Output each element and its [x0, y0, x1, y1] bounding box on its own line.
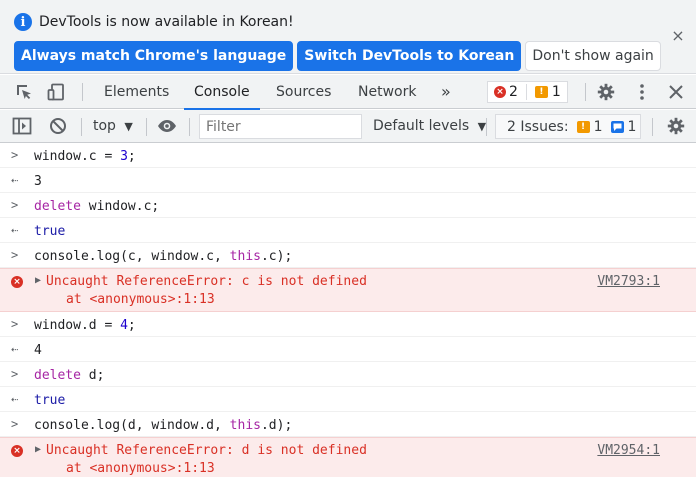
context-selector[interactable]: top ▼	[93, 110, 133, 143]
infobar-message: DevTools is now available in Korean!	[39, 14, 294, 30]
result-arrow-icon: ⇠	[11, 223, 19, 237]
console-input-row[interactable]: > delete d;	[0, 362, 696, 387]
issues-counter-button[interactable]: 2 Issues: ! 1 1	[495, 114, 641, 139]
expand-triangle-icon[interactable]: ▶	[35, 444, 41, 455]
tab-sources[interactable]: Sources	[276, 75, 331, 109]
console-result-row[interactable]: ⇠ true	[0, 387, 696, 412]
error-message: Uncaught ReferenceError: c is not define…	[46, 274, 367, 289]
input-code: delete d;	[34, 368, 105, 383]
result-arrow-icon: ⇠	[11, 342, 19, 356]
error-source-link[interactable]: VM2793:1	[597, 274, 660, 289]
tab-elements[interactable]: Elements	[104, 75, 169, 109]
error-icon: ×	[11, 445, 23, 457]
toolbar-divider	[652, 118, 653, 136]
live-expression-eye-icon[interactable]	[157, 116, 177, 136]
console-input-row[interactable]: > console.log(d, window.d, this.d);	[0, 412, 696, 437]
result-value: 3	[34, 174, 42, 189]
counter-divider	[525, 84, 527, 100]
chevron-down-icon: ▼	[124, 120, 133, 133]
switch-to-korean-button[interactable]: Switch DevTools to Korean	[297, 41, 522, 71]
show-sidebar-icon[interactable]	[12, 116, 32, 136]
result-value: true	[34, 224, 66, 239]
info-icon: i	[14, 13, 32, 31]
clear-console-icon[interactable]	[48, 116, 68, 136]
result-value: true	[34, 393, 66, 408]
error-count: 2	[509, 84, 518, 100]
warning-count: 1	[551, 84, 561, 100]
toolbar-divider	[189, 118, 190, 136]
toolbar-divider	[585, 83, 586, 101]
settings-gear-icon[interactable]	[596, 82, 616, 102]
tab-network[interactable]: Network	[358, 75, 416, 109]
console-input-row[interactable]: > window.c = 3;	[0, 143, 696, 168]
input-prompt-icon: >	[11, 148, 19, 162]
result-arrow-icon: ⇠	[11, 173, 19, 187]
input-code: console.log(c, window.c, this.c);	[34, 249, 293, 264]
language-infobar: i DevTools is now available in Korean! ×…	[0, 0, 696, 74]
input-prompt-icon: >	[11, 198, 19, 212]
console-result-row[interactable]: ⇠ 4	[0, 337, 696, 362]
warning-icon: !	[576, 120, 590, 133]
console-input-row[interactable]: > console.log(c, window.c, this.c);	[0, 243, 696, 268]
console-result-row[interactable]: ⇠ 3	[0, 168, 696, 193]
error-icon: ×	[494, 86, 506, 98]
input-prompt-icon: >	[11, 367, 19, 381]
chevron-down-icon: ▼	[477, 120, 487, 133]
input-code: window.d = 4;	[34, 318, 136, 333]
more-tabs-button[interactable]: »	[441, 75, 451, 109]
infobar-buttons: Always match Chrome's language Switch De…	[14, 41, 665, 71]
log-levels-label: Default levels	[373, 118, 470, 134]
always-match-language-button[interactable]: Always match Chrome's language	[14, 41, 294, 71]
toolbar-divider	[81, 118, 82, 136]
dont-show-again-button[interactable]: Don't show again	[525, 41, 661, 71]
input-prompt-icon: >	[11, 317, 19, 331]
toolbar-divider	[486, 118, 487, 136]
device-toolbar-icon[interactable]	[46, 82, 66, 102]
issues-info-count: 1	[627, 118, 637, 135]
toolbar-divider	[82, 83, 83, 101]
close-icon[interactable]: ×	[670, 28, 686, 44]
info-message-icon	[610, 120, 624, 133]
console-messages: > window.c = 3; ⇠ 3 > delete window.c; ⇠…	[0, 143, 696, 477]
kebab-menu-icon[interactable]	[632, 82, 652, 102]
tab-console[interactable]: Console	[184, 75, 260, 110]
issues-label: 2 Issues:	[507, 118, 569, 135]
toolbar-divider	[146, 118, 147, 136]
input-prompt-icon: >	[11, 248, 19, 262]
console-input-row[interactable]: > delete window.c;	[0, 193, 696, 218]
error-stack-frame: at <anonymous>:1:13	[66, 292, 215, 307]
infobar-message-line: i DevTools is now available in Korean!	[14, 12, 294, 32]
console-result-row[interactable]: ⇠ true	[0, 218, 696, 243]
console-settings-gear-icon[interactable]	[666, 116, 686, 136]
result-arrow-icon: ⇠	[11, 392, 19, 406]
console-error-row[interactable]: × ▶ Uncaught ReferenceError: d is not de…	[0, 437, 696, 477]
close-devtools-icon[interactable]	[666, 82, 686, 102]
inspect-element-icon[interactable]	[14, 82, 34, 102]
devtools-tabbar: Elements Console Sources Network » × 2 !…	[0, 75, 696, 110]
input-code: console.log(d, window.d, this.d);	[34, 418, 293, 433]
input-code: window.c = 3;	[34, 149, 136, 164]
warning-icon: !	[534, 86, 548, 98]
error-warning-counter[interactable]: × 2 ! 1	[487, 81, 568, 103]
result-value: 4	[34, 343, 42, 358]
input-prompt-icon: >	[11, 417, 19, 431]
console-toolbar: top ▼ Default levels ▼ 2 Issues: ! 1 1	[0, 110, 696, 143]
console-input-row[interactable]: > window.d = 4;	[0, 312, 696, 337]
error-icon: ×	[11, 276, 23, 288]
error-stack-frame: at <anonymous>:1:13	[66, 461, 215, 476]
log-levels-dropdown[interactable]: Default levels ▼	[373, 110, 486, 143]
error-message: Uncaught ReferenceError: d is not define…	[46, 443, 367, 458]
input-code: delete window.c;	[34, 199, 160, 214]
filter-input[interactable]	[199, 114, 362, 139]
error-source-link[interactable]: VM2954:1	[597, 443, 660, 458]
context-label: top	[93, 118, 116, 134]
expand-triangle-icon[interactable]: ▶	[35, 275, 41, 286]
issues-warning-count: 1	[593, 118, 603, 135]
console-error-row[interactable]: × ▶ Uncaught ReferenceError: c is not de…	[0, 268, 696, 312]
